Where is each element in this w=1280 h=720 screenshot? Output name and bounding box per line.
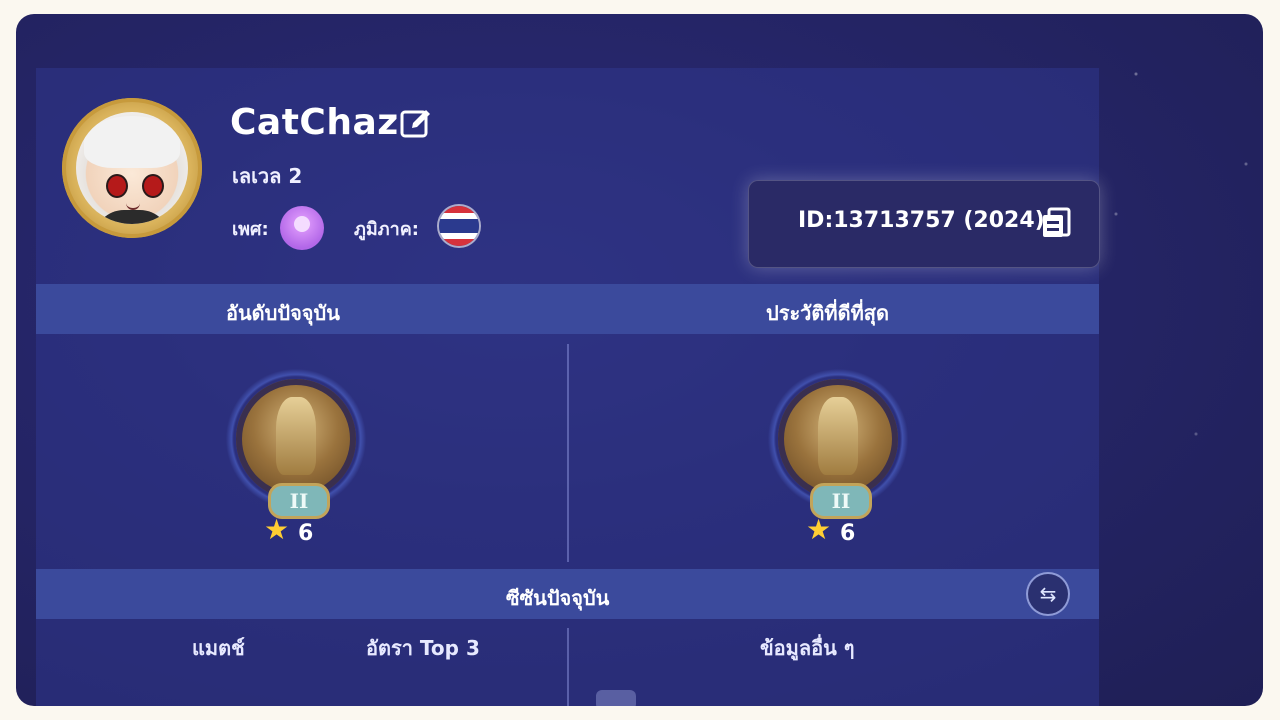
avatar-face — [76, 112, 188, 224]
gender-icon — [280, 206, 324, 250]
thai-flag-icon — [439, 206, 479, 246]
rank-header-bar: อันดับปัจจุบัน ประวัติที่ดีที่สุด — [36, 284, 1099, 334]
avatar-mouth — [126, 202, 140, 210]
avatar-eye-right — [142, 174, 164, 198]
edit-icon[interactable] — [398, 106, 434, 142]
rank-emblem-icon — [236, 379, 356, 499]
season-divider — [567, 628, 569, 706]
avatar-collar — [94, 210, 170, 224]
top3-rate-label: อัตรา Top 3 — [366, 636, 480, 660]
swap-icon[interactable]: ⇆ — [1028, 574, 1068, 614]
region-label: ภูมิภาค: — [354, 219, 419, 240]
star-icon: ★ — [264, 513, 290, 546]
avatar-eye-left — [106, 174, 128, 198]
current-rank-label: อันดับปัจจุบัน — [226, 301, 340, 325]
gender-label: เพศ: — [232, 219, 269, 240]
current-season-label: ซีซันปัจจุบัน — [506, 586, 610, 610]
player-name: CatChaz — [230, 102, 399, 143]
player-id: ID:13713757 (2024) — [798, 208, 1045, 233]
game-screen: CatChaz เลเวล 2 เพศ: ภูมิภาค: ID:1371375… — [16, 14, 1263, 706]
partial-icon — [596, 690, 636, 706]
player-level: เลเวล 2 — [232, 164, 303, 188]
other-info-label: ข้อมูลอื่น ๆ — [760, 636, 855, 660]
rank-stars: 6 — [298, 521, 314, 546]
best-history-label: ประวัติที่ดีที่สุด — [766, 301, 889, 325]
avatar-hair — [84, 116, 180, 168]
match-label: แมตช์ — [192, 636, 245, 660]
rank-divider — [567, 344, 569, 562]
season-header-bar: ซีซันปัจจุบัน ⇆ — [36, 569, 1099, 619]
best-rank-badge[interactable]: II ★ 6 — [758, 359, 918, 569]
current-rank-badge[interactable]: II ★ 6 — [216, 359, 376, 569]
player-avatar[interactable] — [62, 98, 202, 238]
player-id-box: ID:13713757 (2024) — [748, 180, 1100, 268]
star-icon: ★ — [806, 513, 832, 546]
copy-icon[interactable] — [1040, 206, 1074, 240]
rank-emblem-icon — [778, 379, 898, 499]
rank-stars: 6 — [840, 521, 856, 546]
